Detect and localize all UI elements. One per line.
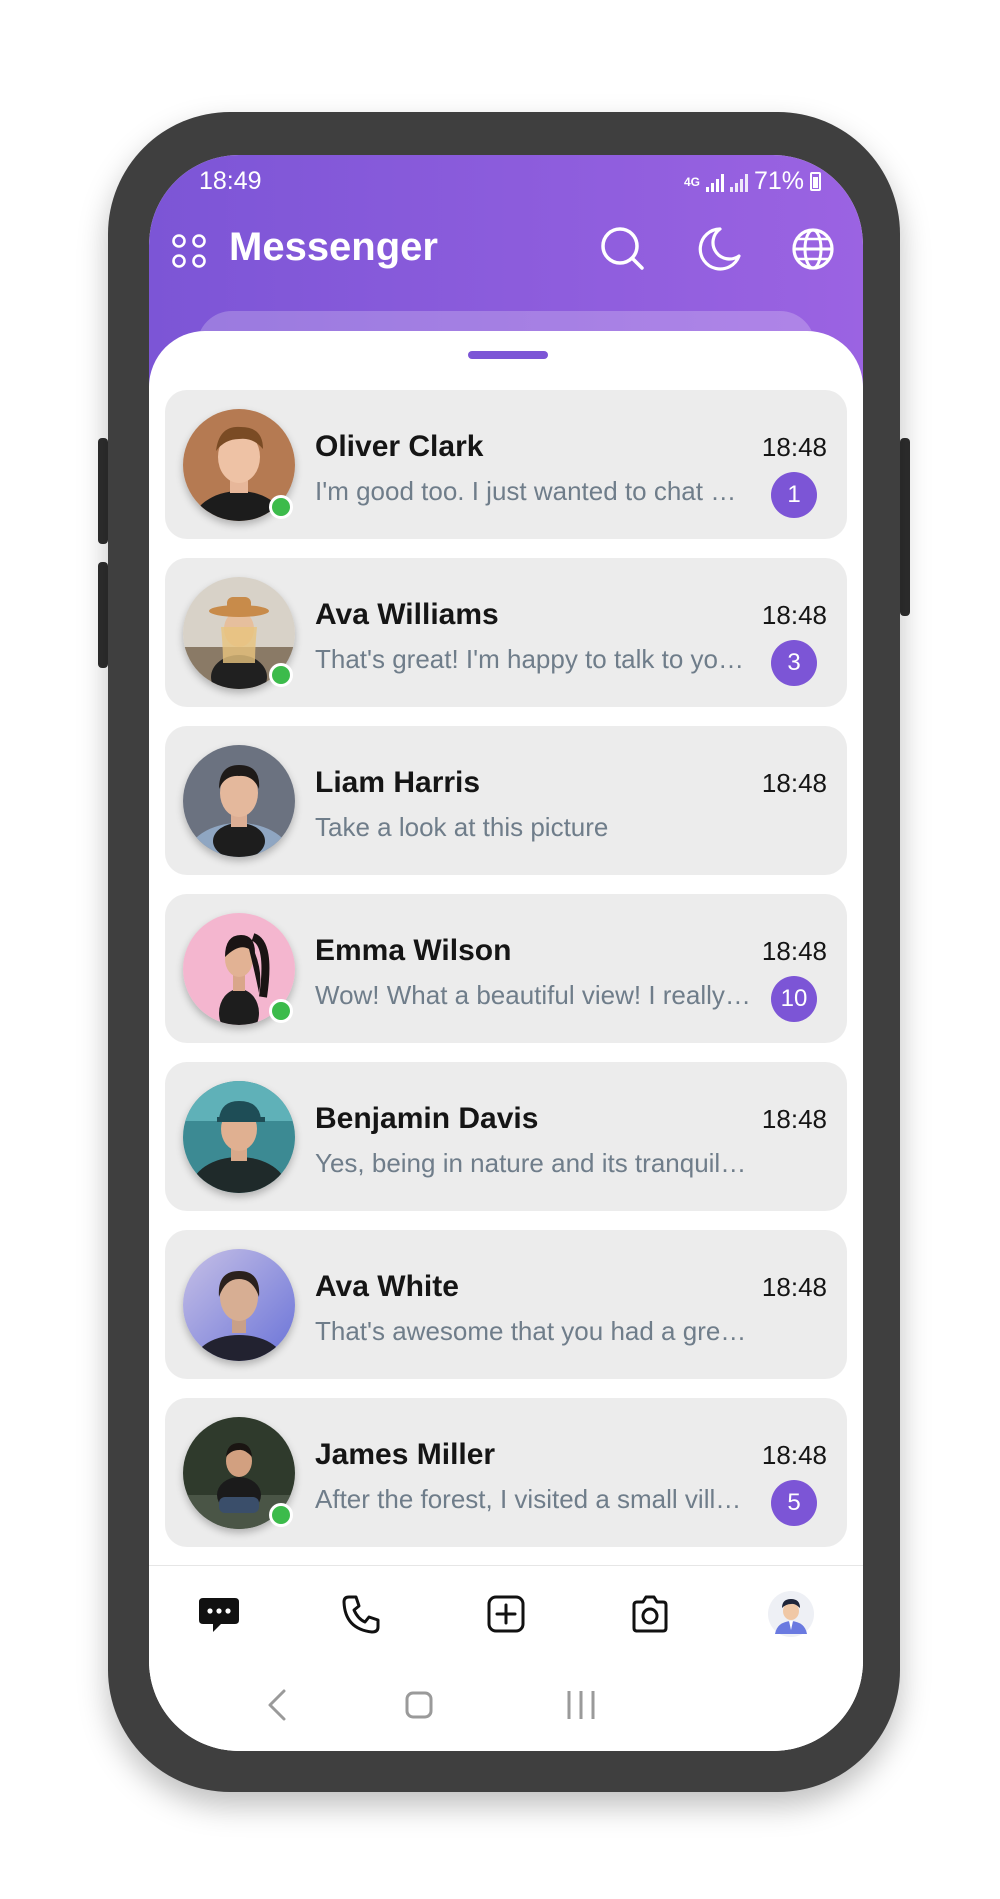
status-indicators: 4G 71% bbox=[684, 167, 821, 196]
nav-profile[interactable] bbox=[765, 1588, 817, 1640]
chat-time: 18:48 bbox=[761, 768, 827, 798]
chat-time: 18:48 bbox=[761, 1104, 827, 1134]
chat-item-emma-wilson[interactable]: Emma Wilson 18:48 Wow! What a beautiful … bbox=[165, 894, 847, 1043]
phone-icon bbox=[342, 1595, 380, 1634]
avatar bbox=[183, 1081, 295, 1193]
chat-time: 18:48 bbox=[761, 600, 827, 630]
chat-last-message: Wow! What a beautiful view! I really… bbox=[315, 980, 751, 1010]
moon-icon[interactable] bbox=[692, 223, 744, 275]
search-icon[interactable] bbox=[597, 223, 649, 275]
chat-time: 18:48 bbox=[761, 1440, 827, 1470]
chat-last-message: I'm good too. I just wanted to chat … bbox=[315, 476, 737, 506]
apps-grid-icon[interactable] bbox=[171, 233, 207, 269]
chat-time: 18:48 bbox=[761, 936, 827, 966]
profile-avatar bbox=[768, 1591, 814, 1637]
volume-up-button bbox=[98, 438, 108, 544]
chat-item-ava-white[interactable]: Ava White 18:48 That's awesome that you … bbox=[165, 1230, 847, 1379]
signal-icon-2 bbox=[729, 172, 748, 192]
nav-calls[interactable] bbox=[335, 1588, 387, 1640]
signal-icon bbox=[705, 172, 724, 192]
chat-list: Oliver Clark 18:48 I'm good too. I just … bbox=[165, 390, 847, 1566]
chat-time: 18:48 bbox=[761, 432, 827, 462]
power-button bbox=[900, 438, 910, 616]
nav-chats[interactable] bbox=[193, 1588, 245, 1640]
chat-name: Oliver Clark bbox=[315, 430, 484, 463]
chat-name: Liam Harris bbox=[315, 766, 481, 799]
chat-item-liam-harris[interactable]: Liam Harris 18:48 Take a look at this pi… bbox=[165, 726, 847, 875]
chat-last-message: Yes, being in nature and its tranquil… bbox=[315, 1148, 747, 1178]
chat-sheet: Oliver Clark 18:48 I'm good too. I just … bbox=[149, 331, 863, 1751]
network-type: 4G bbox=[683, 174, 700, 189]
chat-time: 18:48 bbox=[761, 1272, 827, 1302]
chat-last-message: That's awesome that you had a gre… bbox=[315, 1316, 747, 1346]
globe-icon[interactable] bbox=[787, 223, 839, 275]
back-icon[interactable] bbox=[258, 1685, 298, 1725]
chat-item-james-miller[interactable]: James Miller 18:48 After the forest, I v… bbox=[165, 1398, 847, 1547]
home-icon[interactable] bbox=[399, 1685, 439, 1725]
chat-last-message: That's great! I'm happy to talk to yo… bbox=[315, 644, 745, 674]
bottom-navigation bbox=[149, 1565, 863, 1666]
unread-badge: 5 bbox=[771, 1480, 817, 1526]
app-title: Messenger bbox=[229, 225, 438, 269]
avatar bbox=[183, 577, 295, 689]
chat-item-oliver-clark[interactable]: Oliver Clark 18:48 I'm good too. I just … bbox=[165, 390, 847, 539]
phone-screen: 18:49 4G 71% Messenger Oliver Clark 18:4… bbox=[149, 155, 863, 1751]
chat-name: Ava White bbox=[315, 1270, 459, 1303]
chat-last-message: Take a look at this picture bbox=[315, 812, 609, 842]
chat-last-message: After the forest, I visited a small vill… bbox=[315, 1484, 742, 1514]
avatar bbox=[183, 409, 295, 521]
add-square-icon bbox=[487, 1595, 525, 1633]
online-indicator bbox=[269, 495, 293, 519]
nav-camera[interactable] bbox=[624, 1588, 676, 1640]
camera-icon bbox=[632, 1595, 668, 1633]
chat-item-benjamin-davis[interactable]: Benjamin Davis 18:48 Yes, being in natur… bbox=[165, 1062, 847, 1211]
chat-item-ava-williams[interactable]: Ava Williams 18:48 That's great! I'm hap… bbox=[165, 558, 847, 707]
nav-new[interactable] bbox=[480, 1588, 532, 1640]
online-indicator bbox=[269, 1503, 293, 1527]
system-navigation bbox=[149, 1665, 863, 1751]
avatar bbox=[183, 1417, 295, 1529]
online-indicator bbox=[269, 663, 293, 687]
chat-bubble-icon bbox=[199, 1598, 239, 1632]
battery-icon bbox=[810, 172, 821, 191]
avatar bbox=[183, 745, 295, 857]
recents-icon[interactable] bbox=[561, 1685, 601, 1725]
chat-name: Ava Williams bbox=[315, 598, 499, 631]
battery-percent: 71% bbox=[753, 167, 804, 195]
chat-name: Benjamin Davis bbox=[315, 1102, 539, 1135]
unread-badge: 10 bbox=[771, 976, 817, 1022]
unread-badge: 1 bbox=[771, 472, 817, 518]
chat-name: James Miller bbox=[315, 1438, 496, 1471]
status-time: 18:49 bbox=[199, 167, 262, 195]
avatar bbox=[183, 1249, 295, 1361]
sheet-handle[interactable] bbox=[468, 351, 548, 359]
unread-badge: 3 bbox=[771, 640, 817, 686]
volume-down-button bbox=[98, 562, 108, 668]
avatar bbox=[183, 913, 295, 1025]
chat-name: Emma Wilson bbox=[315, 934, 512, 967]
online-indicator bbox=[269, 999, 293, 1023]
